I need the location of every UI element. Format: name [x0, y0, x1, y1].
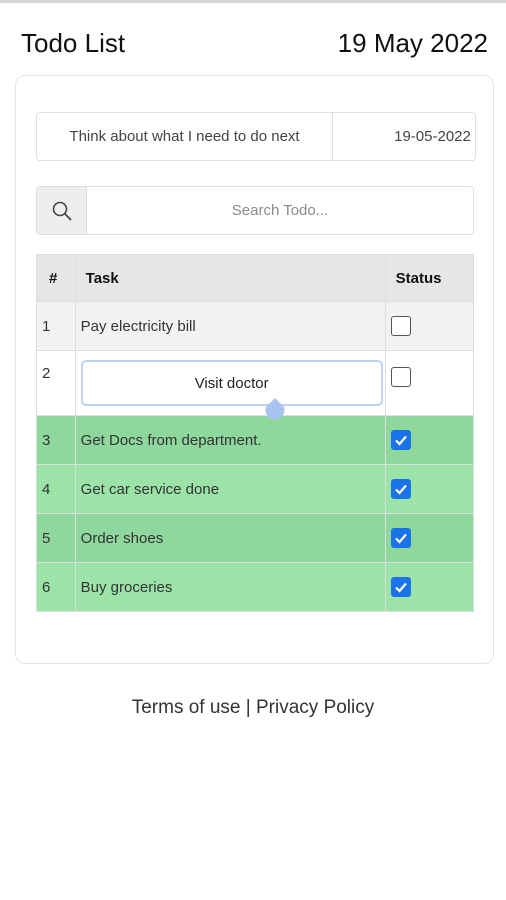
todo-table: # Task Status 1 Pay electricity bill 2 V… — [36, 254, 475, 612]
status-checkbox[interactable] — [390, 367, 411, 387]
checkmark-icon — [394, 533, 407, 544]
current-date: 19 May 2022 — [337, 27, 488, 58]
row-status — [384, 513, 475, 563]
search-icon — [52, 201, 71, 220]
status-bar-divider — [0, 0, 506, 3]
column-header-number: # — [36, 254, 76, 302]
row-status — [384, 464, 475, 514]
column-header-status: Status — [384, 254, 475, 302]
status-checkbox-checked[interactable] — [390, 479, 411, 499]
task-edit-wrapper — [80, 360, 385, 420]
text-cursor-handle-icon[interactable] — [262, 397, 288, 423]
table-row: 6 Buy groceries — [36, 562, 475, 612]
column-header-task: Task — [74, 254, 386, 302]
status-checkbox[interactable] — [390, 316, 411, 336]
footer-links: Terms of use | Privacy Policy — [0, 697, 506, 719]
search-bar — [36, 186, 474, 235]
row-task[interactable]: Get Docs from department. — [74, 415, 386, 465]
checkmark-icon — [394, 582, 407, 593]
add-todo-form — [36, 112, 476, 161]
row-number: 2 — [36, 350, 76, 416]
page-title: Todo List — [21, 27, 126, 58]
row-task[interactable]: Buy groceries — [74, 562, 386, 612]
search-input[interactable] — [87, 187, 473, 234]
checkmark-icon — [394, 435, 407, 446]
search-button[interactable] — [37, 187, 87, 234]
status-checkbox-checked[interactable] — [390, 577, 411, 597]
row-task[interactable]: Get car service done — [74, 464, 386, 514]
table-header-row: # Task Status — [36, 254, 475, 302]
privacy-policy-link[interactable]: Privacy Policy — [256, 697, 374, 718]
row-status — [384, 562, 475, 612]
table-row: 4 Get car service done — [36, 464, 475, 514]
checkmark-icon — [394, 484, 407, 495]
terms-of-use-link[interactable]: Terms of use — [132, 697, 241, 718]
app-header: Todo List 19 May 2022 — [21, 26, 488, 60]
row-task[interactable]: Pay electricity bill — [74, 301, 386, 351]
table-row: 3 Get Docs from department. — [36, 415, 475, 465]
table-row-editing: 2 — [36, 350, 475, 420]
footer-separator: | — [245, 697, 251, 718]
status-checkbox-checked[interactable] — [390, 528, 411, 548]
row-status — [384, 301, 475, 351]
table-row: 5 Order shoes — [36, 513, 475, 563]
row-number: 4 — [36, 464, 76, 514]
row-number: 3 — [36, 415, 76, 465]
due-date-input[interactable] — [333, 113, 475, 160]
row-status — [384, 350, 475, 416]
row-task — [74, 350, 386, 420]
row-number: 5 — [36, 513, 76, 563]
new-task-input[interactable] — [37, 113, 333, 160]
row-number: 1 — [36, 301, 76, 351]
row-task[interactable]: Order shoes — [74, 513, 386, 563]
row-status — [384, 415, 475, 465]
task-edit-input[interactable] — [80, 360, 383, 406]
table-row: 1 Pay electricity bill — [36, 301, 475, 351]
status-checkbox-checked[interactable] — [390, 430, 411, 450]
row-number: 6 — [36, 562, 76, 612]
todo-card: # Task Status 1 Pay electricity bill 2 — [15, 75, 494, 664]
